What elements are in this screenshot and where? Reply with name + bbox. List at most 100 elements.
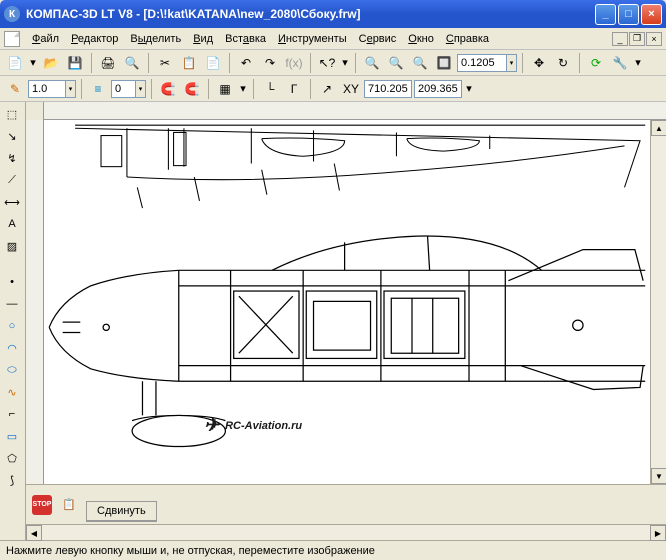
pointer-button[interactable]: ↖? [316,52,338,74]
tool-dimension[interactable]: ⟷ [2,192,22,212]
magnet-off-button[interactable]: 🧲 [157,78,179,100]
style-button[interactable]: ✎ [4,78,26,100]
tool-spline[interactable]: ⟋ [2,170,22,190]
undo-button[interactable]: ↶ [235,52,257,74]
menu-service[interactable]: Сервис [353,31,403,47]
menu-help[interactable]: Справка [440,31,495,47]
save-button[interactable]: 💾 [64,52,86,74]
maximize-button[interactable]: □ [618,4,639,25]
select-icon: ⬚ [7,108,17,121]
open-icon: 📂 [44,56,59,70]
scroll-down-button[interactable]: ▼ [651,468,666,484]
orbit-button[interactable]: ↻ [552,52,574,74]
mdi-close-button[interactable]: × [646,32,662,46]
tool-circle[interactable]: ○ [2,316,22,336]
zoom-dropdown-arrow[interactable]: ▾ [507,54,517,72]
left-toolbar: ⬚ ↘ ↯ ⟋ ⟷ A ▨ • — ○ ◠ ⬭ ∿ ⌐ ▭ ⬠ ⟆ [0,102,26,540]
refresh-button[interactable]: ⟳ [585,52,607,74]
segment-icon: — [7,298,18,310]
zoom-input[interactable] [457,54,507,72]
zoom-out-button[interactable]: 🔍 [385,52,407,74]
menu-insert[interactable]: Вставка [219,31,272,47]
tab-move[interactable]: Сдвинуть [86,501,157,522]
xy-button[interactable]: XY [340,78,362,100]
point-icon: • [10,276,14,288]
menu-tools[interactable]: Инструменты [272,31,353,47]
menu-editor[interactable]: Редактор [65,31,124,47]
layer-dropdown-arrow[interactable]: ▾ [136,80,146,98]
magnet-off-icon: 🧲 [161,82,176,96]
new-button[interactable]: 📄 [4,52,26,74]
scrollbar-vertical[interactable]: ▲ ▼ [650,120,666,484]
scrollbar-horizontal[interactable]: ◀ ▶ [26,524,666,540]
command-panel: STOP 📋 Сдвинуть [26,484,666,524]
grid-dropdown[interactable]: ▾ [238,78,248,100]
open-button[interactable]: 📂 [40,52,62,74]
chamfer-icon: ⌐ [9,408,15,420]
tool-arc[interactable]: ◠ [2,338,22,358]
mdi-restore-button[interactable]: ❐ [629,32,645,46]
layer-button[interactable]: ≡ [87,78,109,100]
cut-icon: ✂ [160,56,170,70]
preview-button[interactable]: 🔍 [121,52,143,74]
zoom-in-button[interactable]: 🔍 [361,52,383,74]
grid-button[interactable]: ▦ [214,78,236,100]
tool-curve[interactable]: ∿ [2,382,22,402]
coord-y-input[interactable] [414,80,462,98]
document-icon[interactable] [4,31,20,47]
tool-contour[interactable]: ⟆ [2,470,22,490]
redo-icon: ↷ [265,56,275,70]
zoom-window-button[interactable]: 🔍 [409,52,431,74]
settings-button[interactable]: 🔧 [609,52,631,74]
coord-x-input[interactable] [364,80,412,98]
hatch-icon: ▨ [7,240,17,253]
tool-polyline[interactable]: ↯ [2,148,22,168]
tool-segment[interactable]: — [2,294,22,314]
menu-view[interactable]: Вид [187,31,219,47]
style-dropdown-arrow[interactable]: ▾ [66,80,76,98]
style-input[interactable] [28,80,66,98]
pan-button[interactable]: ✥ [528,52,550,74]
tool-text[interactable]: A [2,214,22,234]
ortho-button[interactable]: └ [259,78,281,100]
new-dropdown[interactable]: ▾ [28,52,38,74]
coord-dropdown[interactable]: ▾ [464,78,474,100]
menu-select[interactable]: Выделить [124,31,187,47]
snap-icon: Γ [291,82,298,96]
zoom-fit-button[interactable]: 🔲 [433,52,455,74]
param-button[interactable]: 📋 [58,494,80,516]
copy-button[interactable]: 📋 [178,52,200,74]
circle-icon: ○ [9,320,16,332]
tool-point[interactable]: • [2,272,22,292]
close-button[interactable]: × [641,4,662,25]
cut-button[interactable]: ✂ [154,52,176,74]
scroll-left-button[interactable]: ◀ [26,525,42,541]
print-button[interactable]: 🖨 [97,52,119,74]
coord-sys-button[interactable]: ↗ [316,78,338,100]
settings-dropdown[interactable]: ▾ [633,52,643,74]
snap-button[interactable]: Γ [283,78,305,100]
canvas[interactable]: ✈ RC-Aviation.ru ▲ ▼ [44,120,666,484]
dimension-icon: ⟷ [4,196,20,209]
scroll-up-button[interactable]: ▲ [651,120,666,136]
tool-polygon[interactable]: ⬠ [2,448,22,468]
mdi-minimize-button[interactable]: _ [612,32,628,46]
scroll-right-button[interactable]: ▶ [650,525,666,541]
pointer-dropdown[interactable]: ▾ [340,52,350,74]
minimize-button[interactable]: _ [595,4,616,25]
menu-file[interactable]: Файл [26,31,65,47]
fx-button[interactable]: f(x) [283,52,305,74]
magnet-on-button[interactable]: 🧲 [181,78,203,100]
stop-button[interactable]: STOP [32,495,52,515]
layer-input[interactable] [111,80,136,98]
tool-chamfer[interactable]: ⌐ [2,404,22,424]
tool-hatch[interactable]: ▨ [2,236,22,256]
menu-window[interactable]: Окно [402,31,440,47]
magnet-on-icon: 🧲 [185,82,200,96]
tool-line[interactable]: ↘ [2,126,22,146]
tool-select[interactable]: ⬚ [2,104,22,124]
tool-ellipse[interactable]: ⬭ [2,360,22,380]
paste-button[interactable]: 📄 [202,52,224,74]
redo-button[interactable]: ↷ [259,52,281,74]
tool-rectangle[interactable]: ▭ [2,426,22,446]
